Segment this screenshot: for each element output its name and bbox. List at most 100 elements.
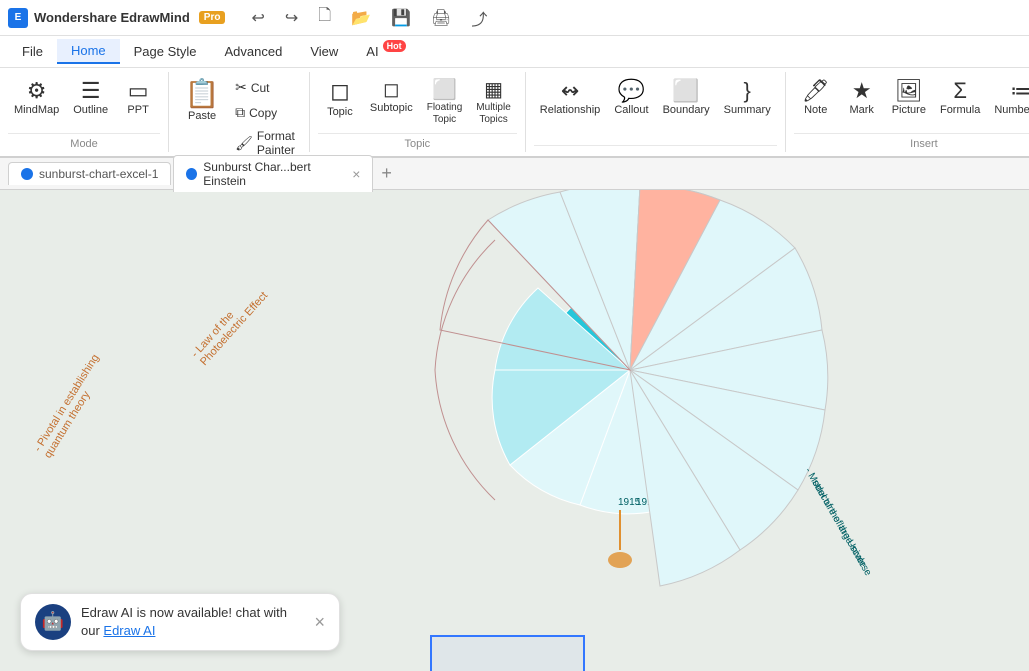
insert-buttons: 🖊 Note ★ Mark 🖼 Picture Σ Formula ≔ [794, 72, 1029, 133]
paste-icon: 📋 [185, 80, 220, 108]
ai-bubble-text: Edraw AI is now available! chat with our… [81, 604, 298, 640]
numbering-button[interactable]: ≔ Numbering [988, 76, 1029, 121]
ribbon-group-mode: ⚙ MindMap ☰ Outline ▭ PPT Mode [0, 72, 169, 152]
copy-label: Copy [249, 106, 277, 120]
pivotal-label: - Pivotal in establishingquantum theory [32, 352, 112, 460]
save-button[interactable]: 💾 [385, 6, 417, 30]
boundary-icon: ⬜ [672, 80, 699, 102]
menu-page-style[interactable]: Page Style [120, 40, 211, 63]
main-area: Developed - Foundation of the PhotoTheor… [0, 190, 1029, 671]
outline-button[interactable]: ☰ Outline [67, 76, 114, 121]
mark-button[interactable]: ★ Mark [840, 76, 884, 121]
multiple-topics-button[interactable]: ▦ MultipleTopics [470, 76, 516, 130]
ppt-icon: ▭ [128, 80, 149, 102]
ppt-button[interactable]: ▭ PPT [116, 76, 160, 121]
tab1-icon [21, 168, 33, 180]
tab-add-button[interactable]: + [375, 163, 398, 184]
summary-button[interactable]: } Summary [718, 76, 777, 121]
ai-bubble-close[interactable]: × [314, 613, 325, 631]
subtopic-icon: ◻ [383, 80, 400, 100]
menu-ai[interactable]: AI Hot [352, 40, 419, 63]
mode-group-label: Mode [8, 133, 160, 152]
floating-topic-button[interactable]: ⬜ FloatingTopic [421, 76, 469, 130]
mindmap-button[interactable]: ⚙ MindMap [8, 76, 65, 121]
app-name: Wondershare EdrawMind [34, 10, 190, 25]
subtopic-button[interactable]: ◻ Subtopic [364, 76, 419, 119]
undo-button[interactable]: ↩ [245, 6, 270, 30]
relationship-icon: ↭ [561, 80, 579, 102]
cut-label: Cut [251, 81, 270, 95]
menu-home[interactable]: Home [57, 39, 120, 64]
note-icon: 🖊 [802, 80, 830, 102]
tab-2[interactable]: Sunburst Char...bert Einstein × [173, 155, 373, 192]
topic-group-label: Topic [318, 133, 517, 152]
topic-button[interactable]: ◻ Topic [318, 76, 362, 123]
paste-button[interactable]: 📋 Paste [177, 76, 227, 127]
redo-button[interactable]: ↪ [279, 6, 304, 30]
formula-label: Formula [940, 104, 980, 117]
titlebar: E Wondershare EdrawMind Pro ↩ ↪ 🗋 📂 💾 🖨 … [0, 0, 1029, 36]
clipboard-buttons: 📋 Paste ✂ Cut ⧉ Copy 🖌 Format Painter [177, 72, 301, 160]
tab2-icon [186, 168, 197, 180]
paste-label: Paste [188, 110, 216, 123]
ai-message-link[interactable]: Edraw AI [103, 623, 155, 638]
numbering-label: Numbering [994, 104, 1029, 117]
ai-avatar-icon: 🤖 [42, 611, 64, 632]
titlebar-actions: ↩ ↪ 🗋 📂 💾 🖨 ⤴ [245, 2, 493, 33]
clipboard-group-inner: 📋 Paste ✂ Cut ⧉ Copy 🖌 Format Painter [177, 72, 301, 152]
picture-button[interactable]: 🖼 Picture [886, 76, 932, 121]
ribbon-group-clipboard: 📋 Paste ✂ Cut ⧉ Copy 🖌 Format Painter [169, 72, 310, 152]
logo-icon: E [8, 8, 28, 28]
tab-1[interactable]: sunburst-chart-excel-1 [8, 162, 171, 185]
menu-advanced[interactable]: Advanced [211, 40, 297, 63]
copy-icon: ⧉ [235, 104, 245, 121]
format-painter-icon: 🖌 [235, 135, 253, 152]
boundary-button[interactable]: ⬜ Boundary [657, 76, 716, 121]
tabsbar: sunburst-chart-excel-1 Sunburst Char...b… [0, 158, 1029, 190]
share-button[interactable]: ⤴ [465, 4, 493, 32]
cut-icon: ✂ [235, 79, 247, 96]
ai-label: AI [366, 44, 378, 59]
law-label: - Law of thePhotoelectric Effect [189, 282, 270, 368]
formula-button[interactable]: Σ Formula [934, 76, 986, 121]
menubar: File Home Page Style Advanced View AI Ho… [0, 36, 1029, 68]
tab1-label: sunburst-chart-excel-1 [39, 167, 158, 181]
floating-topic-icon: ⬜ [432, 80, 457, 100]
cut-button[interactable]: ✂ Cut [229, 76, 301, 99]
print-button[interactable]: 🖨 [425, 6, 457, 30]
ai-chat-bubble: 🤖 Edraw AI is now available! chat with o… [20, 593, 340, 651]
topic-buttons: ◻ Topic ◻ Subtopic ⬜ FloatingTopic ▦ Mul… [318, 72, 517, 133]
insert-group-label: Insert [794, 133, 1029, 152]
hot-badge: Hot [383, 40, 406, 52]
outline-icon: ☰ [81, 80, 101, 102]
mark-label: Mark [849, 104, 873, 117]
svg-text:structure of the Universe: structure of the Universe [809, 478, 873, 578]
picture-label: Picture [892, 104, 926, 117]
rel-buttons: ↭ Relationship 💬 Callout ⬜ Boundary } Su… [534, 72, 777, 145]
menu-file[interactable]: File [8, 40, 57, 63]
insert-group-inner: 🖊 Note ★ Mark 🖼 Picture Σ Formula ≔ [794, 72, 1029, 152]
copy-button[interactable]: ⧉ Copy [229, 101, 301, 124]
new-button[interactable]: 🗋 [312, 2, 337, 33]
sunburst-chart: Developed - Foundation of the PhotoTheor… [320, 190, 940, 650]
note-label: Note [804, 104, 827, 117]
summary-icon: } [744, 80, 751, 102]
ribbon: ⚙ MindMap ☰ Outline ▭ PPT Mode 📋 Pa [0, 68, 1029, 158]
rel-group-label [534, 145, 777, 152]
multiple-topics-icon: ▦ [484, 80, 503, 100]
floating-topic-label: FloatingTopic [427, 102, 463, 126]
relationship-button[interactable]: ↭ Relationship [534, 76, 607, 121]
ai-avatar: 🤖 [35, 604, 71, 640]
menu-view[interactable]: View [296, 40, 352, 63]
summary-label: Summary [724, 104, 771, 117]
callout-icon: 💬 [618, 80, 645, 102]
tab2-close[interactable]: × [352, 167, 360, 181]
clipboard-col: ✂ Cut ⧉ Copy 🖌 Format Painter [229, 76, 301, 160]
callout-label: Callout [614, 104, 648, 117]
picture-icon: 🖼 [895, 80, 923, 102]
format-painter-label: Format Painter [257, 129, 295, 157]
open-button[interactable]: 📂 [345, 6, 377, 30]
callout-button[interactable]: 💬 Callout [608, 76, 654, 121]
note-button[interactable]: 🖊 Note [794, 76, 838, 121]
ribbon-group-topic: ◻ Topic ◻ Subtopic ⬜ FloatingTopic ▦ Mul… [310, 72, 526, 152]
